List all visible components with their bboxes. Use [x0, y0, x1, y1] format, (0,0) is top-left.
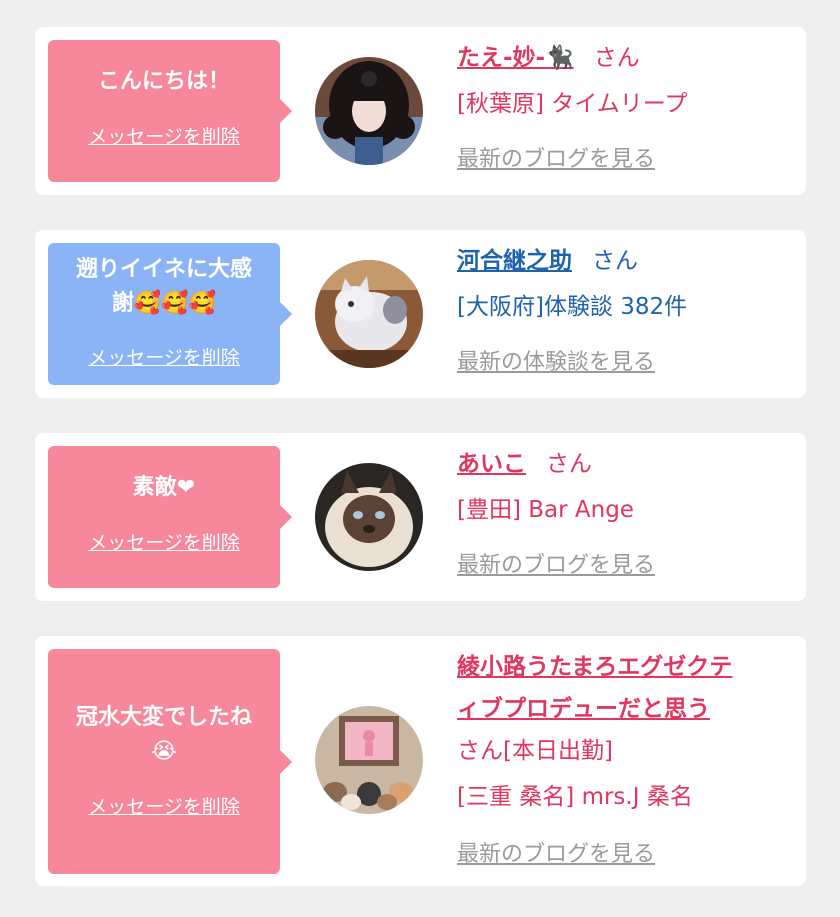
girl-gothic-avatar-icon	[315, 57, 423, 165]
message-card: 冠水大変でしたね 😭 メッセージを削除 綾小路うたまろエグゼクテ ィブプロデュー…	[35, 636, 806, 886]
user-name-link[interactable]: たえ-妙-🐈‍⬛	[457, 45, 574, 71]
delete-message-link[interactable]: メッセージを削除	[48, 343, 280, 370]
user-avatar[interactable]	[315, 57, 423, 165]
honorific: さん	[592, 248, 638, 274]
user-avatar[interactable]	[315, 463, 423, 571]
shop-info: [豊田] Bar Ange	[457, 497, 634, 523]
shop-info: [秋葉原] タイムリープ	[457, 91, 688, 117]
message-text: 素敵❤	[132, 475, 196, 500]
message-card: 遡りイイネに大感 謝🥰🥰🥰 メッセージを削除 河合継之助 さん [大阪府]体験談 …	[35, 230, 806, 398]
user-avatar[interactable]	[315, 260, 423, 368]
message-text-line-1: 遡りイイネに大感	[75, 257, 252, 282]
message-text: こんにちは！	[97, 69, 230, 94]
himalayan-cat-avatar-icon	[315, 463, 423, 571]
user-name-link[interactable]: 河合継之助	[457, 248, 572, 274]
message-bubble: 冠水大変でしたね 😭 メッセージを削除	[48, 649, 292, 874]
user-name-link-line-1[interactable]: 綾小路うたまろエグゼクテ	[457, 654, 732, 680]
delete-message-link[interactable]: メッセージを削除	[48, 792, 280, 819]
latest-blog-link[interactable]: 最新のブログを見る	[457, 838, 655, 872]
cats-gallery-avatar-icon	[315, 706, 423, 814]
message-card: 素敵❤ メッセージを削除 あいこ さん [豊田] Bar Ange 最新のブログを…	[35, 433, 806, 601]
user-name-link-line-2[interactable]: ィブプロデューだと思う	[457, 696, 710, 722]
shop-info: [大阪府]体験談 382件	[457, 294, 688, 320]
message-text-line-2: 謝🥰🥰🥰	[111, 291, 217, 316]
honorific: さん	[593, 45, 640, 71]
honorific-status: さん[本日出勤]	[457, 738, 613, 764]
latest-review-link[interactable]: 最新の体験談を見る	[457, 346, 655, 380]
latest-blog-link[interactable]: 最新のブログを見る	[457, 143, 655, 177]
shop-info: [三重 桑名] mrs.J 桑名	[457, 784, 693, 810]
user-name-link[interactable]: あいこ	[457, 451, 526, 477]
delete-message-link[interactable]: メッセージを削除	[48, 122, 280, 149]
honorific: さん	[546, 451, 592, 477]
latest-blog-link[interactable]: 最新のブログを見る	[457, 549, 655, 583]
message-card: こんにちは！ メッセージを削除 たえ-妙-🐈‍⬛ さん [秋葉原] タイムリープ …	[35, 27, 806, 195]
user-avatar[interactable]	[315, 706, 423, 814]
plush-cat-avatar-icon	[315, 260, 423, 368]
message-bubble: 遡りイイネに大感 謝🥰🥰🥰 メッセージを削除	[48, 243, 292, 385]
message-text-line-2: 😭	[151, 739, 177, 764]
message-bubble: こんにちは！ メッセージを削除	[48, 40, 292, 182]
message-text-line-1: 冠水大変でしたね	[75, 705, 252, 730]
message-bubble: 素敵❤ メッセージを削除	[48, 446, 292, 588]
delete-message-link[interactable]: メッセージを削除	[48, 528, 280, 555]
